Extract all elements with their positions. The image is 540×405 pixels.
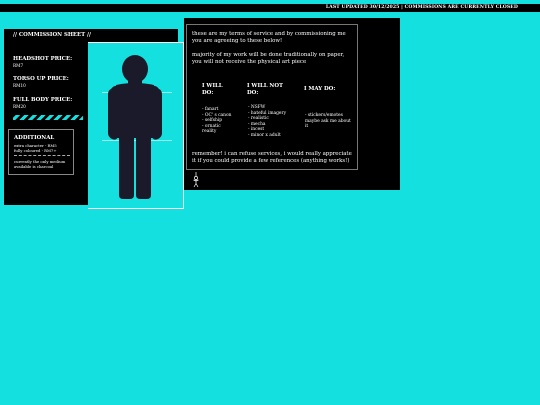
terms-of-service-panel: these are my terms of service and by com… xyxy=(184,18,400,190)
additional-box: ADDITIONAL extra character - RM5 fully c… xyxy=(8,129,74,175)
heading-line: DO: xyxy=(247,90,259,96)
headshot-price: HEADSHOT PRICE: RM7 xyxy=(13,56,72,68)
additional-note: available is charcoal xyxy=(14,164,54,169)
decorative-stripe xyxy=(13,115,83,120)
heading-line: DO: xyxy=(202,90,214,96)
heading-line: I WILL NOT xyxy=(247,83,284,89)
price-label: FULL BODY PRICE: xyxy=(13,97,73,103)
heading-line: I WILL xyxy=(202,83,223,89)
torso-price: TORSO UP PRICE: RM10 xyxy=(13,76,69,88)
commission-sheet-panel: HEADSHOT PRICE: RM7 TORSO UP PRICE: RM10… xyxy=(4,42,88,205)
terms-box: these are my terms of service and by com… xyxy=(186,24,358,170)
additional-line: fully coloured - RM7+ xyxy=(14,148,57,153)
body-silhouette xyxy=(108,55,162,199)
top-status-bar: LAST UPDATED 30/12/2025 | COMMISSIONS AR… xyxy=(0,4,540,12)
will-do-heading: I WILL DO: xyxy=(202,83,223,97)
figure-panel xyxy=(88,42,184,209)
price-label: TORSO UP PRICE: xyxy=(13,76,69,82)
will-not-do-heading: I WILL NOT DO: xyxy=(247,83,283,97)
may-do-list: - stickers/emotes maybe ask me about it xyxy=(305,113,351,130)
price-label: HEADSHOT PRICE: xyxy=(13,56,73,62)
list-item: maybe ask me about xyxy=(305,118,351,124)
commission-sheet-header: // COMMISSION SHEET // xyxy=(4,29,178,42)
list-item: - minor x adult xyxy=(248,132,281,138)
status-text: LAST UPDATED 30/12/2025 | COMMISSIONS AR… xyxy=(325,5,518,10)
will-not-do-list: - NSFW - hateful imagery - realistic - m… xyxy=(248,105,286,139)
commission-sheet-title: // COMMISSION SHEET // xyxy=(13,32,91,38)
list-item: reality xyxy=(202,129,217,135)
list-item: it xyxy=(305,124,309,130)
dashed-divider xyxy=(14,155,70,156)
terms-intro: these are my terms of service and by com… xyxy=(192,31,346,44)
price-value: RM20 xyxy=(13,104,26,109)
terms-footer: remember! i can refuse services, i would… xyxy=(192,151,352,164)
fullbody-price: FULL BODY PRICE: RM20 xyxy=(13,97,72,109)
price-value: RM7 xyxy=(13,63,24,68)
additional-title: ADDITIONAL xyxy=(14,135,55,141)
price-value: RM10 xyxy=(13,83,26,88)
terms-note: majority of my work will be done traditi… xyxy=(192,52,345,65)
will-do-list: - fanart - OC' s canon - selfship - orna… xyxy=(202,107,231,135)
stick-figure-icon xyxy=(193,172,199,188)
may-do-heading: I MAY DO: xyxy=(304,86,336,92)
